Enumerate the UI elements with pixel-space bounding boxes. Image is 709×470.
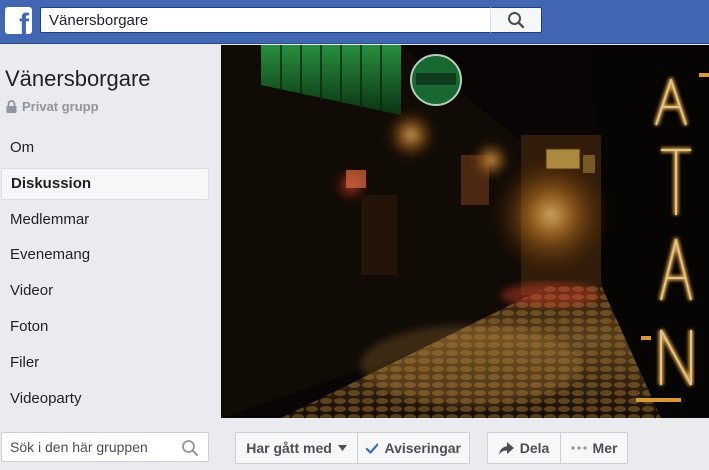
group-nav-menu: Om Diskussion Medlemmar Evenemang Videor… bbox=[0, 132, 209, 418]
top-navigation-bar: f bbox=[0, 0, 709, 44]
global-search-button[interactable] bbox=[490, 7, 542, 33]
sidebar-item-filer[interactable]: Filer bbox=[0, 347, 209, 379]
notifications-label: Aviseringar bbox=[384, 440, 461, 456]
sidebar-item-videoparty[interactable]: Videoparty bbox=[0, 383, 209, 415]
sidebar-item-evenemang[interactable]: Evenemang bbox=[0, 239, 209, 271]
share-arrow-icon bbox=[498, 441, 514, 455]
group-title[interactable]: Vänersborgare bbox=[5, 66, 151, 92]
share-button[interactable]: Dela bbox=[487, 432, 561, 464]
group-search-input[interactable] bbox=[2, 433, 172, 461]
more-label: Mer bbox=[592, 440, 618, 456]
group-search-box bbox=[1, 432, 209, 462]
global-search-input[interactable] bbox=[40, 7, 490, 33]
caret-down-icon bbox=[337, 445, 347, 451]
joined-label: Har gått med bbox=[246, 440, 332, 456]
cover-photo-night-street-image bbox=[221, 45, 709, 418]
sidebar-item-diskussion[interactable]: Diskussion bbox=[1, 167, 209, 200]
sidebar-item-om[interactable]: Om bbox=[0, 132, 209, 164]
facebook-logo-icon[interactable]: f bbox=[5, 7, 32, 34]
checkmark-icon bbox=[366, 442, 379, 454]
more-options-button[interactable]: Mer bbox=[560, 432, 628, 464]
notifications-button[interactable]: Aviseringar bbox=[357, 432, 470, 464]
group-cover-photo[interactable] bbox=[221, 45, 709, 418]
privacy-text: Privat grupp bbox=[22, 98, 99, 114]
group-sidebar: Vänersborgare Privat grupp Om Diskussion… bbox=[0, 45, 219, 470]
facebook-logo-letter: f bbox=[19, 8, 29, 35]
group-privacy-label: Privat grupp bbox=[6, 98, 99, 114]
search-icon[interactable] bbox=[181, 439, 199, 457]
sidebar-item-foton[interactable]: Foton bbox=[0, 311, 209, 343]
joined-dropdown-button[interactable]: Har gått med bbox=[235, 432, 358, 464]
group-action-bar: Har gått med Aviseringar Dela Mer bbox=[221, 418, 709, 470]
sidebar-item-medlemmar[interactable]: Medlemmar bbox=[0, 204, 209, 236]
sidebar-item-videor[interactable]: Videor bbox=[0, 275, 209, 307]
lock-icon bbox=[6, 99, 17, 113]
search-icon bbox=[508, 12, 525, 29]
more-dots-icon bbox=[570, 446, 587, 450]
share-label: Dela bbox=[519, 440, 550, 456]
